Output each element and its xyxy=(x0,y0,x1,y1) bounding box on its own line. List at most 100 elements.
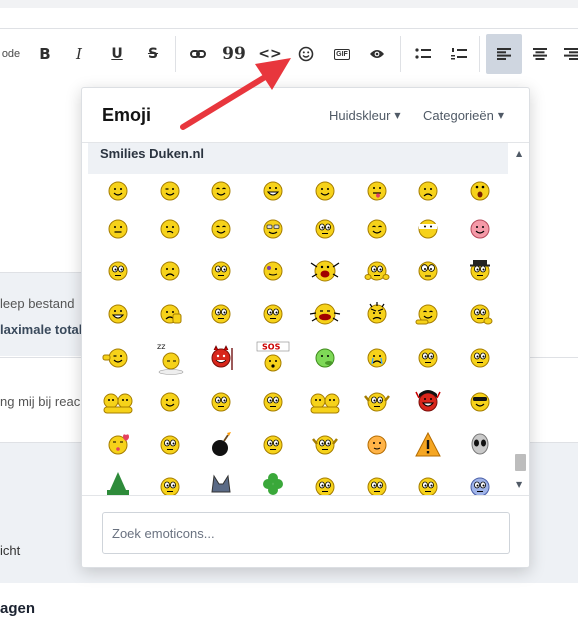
emoji-item[interactable]: zz xyxy=(153,341,187,375)
scroll-down-icon[interactable]: ▼ xyxy=(516,480,522,489)
emoji-item[interactable] xyxy=(308,212,342,246)
emoji-item[interactable] xyxy=(256,297,290,331)
smiley-icon xyxy=(298,46,314,62)
emoji-item[interactable] xyxy=(463,254,497,288)
categories-dropdown[interactable]: Categorieën ▼ xyxy=(423,108,504,123)
emoji-item[interactable] xyxy=(153,254,187,288)
emoji-item[interactable] xyxy=(463,428,497,462)
emoji-item[interactable]: SOS xyxy=(256,341,290,375)
emoji-item[interactable] xyxy=(204,385,238,419)
emoji-item[interactable] xyxy=(256,470,290,495)
toolbar-code-view-button[interactable]: ode xyxy=(0,34,22,74)
emoji-item[interactable] xyxy=(360,385,394,419)
emoji-item[interactable] xyxy=(360,212,394,246)
emoji-item[interactable] xyxy=(463,385,497,419)
attachment-max-size-text: laximale total xyxy=(0,322,83,337)
gif-button[interactable]: GIF xyxy=(329,34,355,74)
emoji-item[interactable] xyxy=(153,212,187,246)
emoji-item[interactable] xyxy=(463,297,497,331)
eye-icon xyxy=(370,50,384,58)
emoji-item[interactable] xyxy=(256,385,290,419)
emoji-item[interactable] xyxy=(101,254,135,288)
toolbar-separator xyxy=(400,36,401,72)
scrollbar-thumb[interactable] xyxy=(515,454,526,471)
bullet-list-button[interactable] xyxy=(410,34,436,74)
emoji-item[interactable] xyxy=(360,297,394,331)
emoji-item[interactable] xyxy=(411,341,445,375)
emoji-item[interactable] xyxy=(411,428,445,462)
post-message-label: icht xyxy=(0,543,21,558)
emoji-item[interactable] xyxy=(204,297,238,331)
emoji-item[interactable] xyxy=(153,385,187,419)
emoji-item[interactable] xyxy=(153,470,187,495)
emoji-item[interactable] xyxy=(204,174,238,208)
emoji-item[interactable] xyxy=(101,341,135,375)
category-header: Smilies Duken.nl xyxy=(88,143,508,174)
emoji-button[interactable] xyxy=(293,34,319,74)
emoji-item[interactable] xyxy=(153,174,187,208)
chevron-down-icon: ▼ xyxy=(497,111,504,120)
emoji-item[interactable] xyxy=(411,470,445,495)
emoji-item[interactable] xyxy=(101,470,135,495)
emoji-item[interactable] xyxy=(256,174,290,208)
emoji-item[interactable] xyxy=(463,341,497,375)
emoji-item[interactable] xyxy=(256,428,290,462)
align-center-button[interactable] xyxy=(528,34,552,74)
emoji-item[interactable] xyxy=(256,212,290,246)
emoji-item[interactable] xyxy=(308,297,342,331)
emoji-item[interactable] xyxy=(411,254,445,288)
link-icon xyxy=(190,50,206,58)
scroll-up-icon[interactable]: ▲ xyxy=(516,149,522,158)
emoji-item[interactable] xyxy=(411,385,445,419)
emoji-item[interactable] xyxy=(463,212,497,246)
scrollbar[interactable] xyxy=(514,145,526,493)
emoji-item[interactable] xyxy=(411,174,445,208)
italic-button[interactable]: I xyxy=(66,34,92,74)
quote-button[interactable]: 99 xyxy=(221,34,247,74)
emoji-item[interactable] xyxy=(411,212,445,246)
notify-on-reply-label[interactable]: ng mij bij reac xyxy=(0,394,84,409)
popup-footer-divider xyxy=(82,495,529,496)
emoji-item[interactable] xyxy=(411,297,445,331)
emoji-item[interactable] xyxy=(204,428,238,462)
underline-button[interactable]: U xyxy=(104,34,130,74)
emoji-item[interactable] xyxy=(204,470,238,495)
link-button[interactable] xyxy=(185,34,211,74)
emoji-item[interactable] xyxy=(360,428,394,462)
emoji-item[interactable] xyxy=(308,341,342,375)
emoji-item[interactable] xyxy=(153,428,187,462)
emoji-item[interactable] xyxy=(463,470,497,495)
emoji-item[interactable] xyxy=(101,297,135,331)
skin-tone-dropdown[interactable]: Huidskleur ▼ xyxy=(329,108,401,123)
emoji-item[interactable] xyxy=(463,174,497,208)
emoji-item[interactable] xyxy=(360,254,394,288)
emoji-item[interactable] xyxy=(308,174,342,208)
emoji-item[interactable] xyxy=(308,254,342,288)
emoji-item[interactable] xyxy=(204,254,238,288)
bold-button[interactable]: B xyxy=(32,34,58,74)
emoji-item[interactable] xyxy=(101,385,135,419)
emoji-item[interactable] xyxy=(308,428,342,462)
preview-button[interactable] xyxy=(364,34,390,74)
emoji-item[interactable] xyxy=(360,470,394,495)
emoji-item[interactable] xyxy=(153,297,187,331)
emoji-item[interactable] xyxy=(308,470,342,495)
emoji-item[interactable] xyxy=(256,254,290,288)
emoji-scroll-area[interactable]: Smilies Duken.nl zz SOS xyxy=(88,143,516,495)
toolbar-separator xyxy=(175,36,176,72)
numbered-list-button[interactable] xyxy=(446,34,472,74)
emoji-item[interactable] xyxy=(308,385,342,419)
emoji-item[interactable] xyxy=(360,174,394,208)
emoji-item[interactable] xyxy=(204,341,238,375)
strikethrough-button[interactable]: S xyxy=(140,34,166,74)
emoji-item[interactable] xyxy=(101,174,135,208)
emoji-item[interactable] xyxy=(204,212,238,246)
align-left-button[interactable] xyxy=(486,34,522,74)
emoji-item[interactable] xyxy=(360,341,394,375)
emoji-search-input[interactable] xyxy=(102,512,510,554)
align-right-button[interactable] xyxy=(564,34,578,74)
code-button[interactable]: <> xyxy=(257,34,283,74)
emoji-item[interactable] xyxy=(101,428,135,462)
emoji-item[interactable] xyxy=(101,212,135,246)
align-center-icon xyxy=(533,48,547,60)
